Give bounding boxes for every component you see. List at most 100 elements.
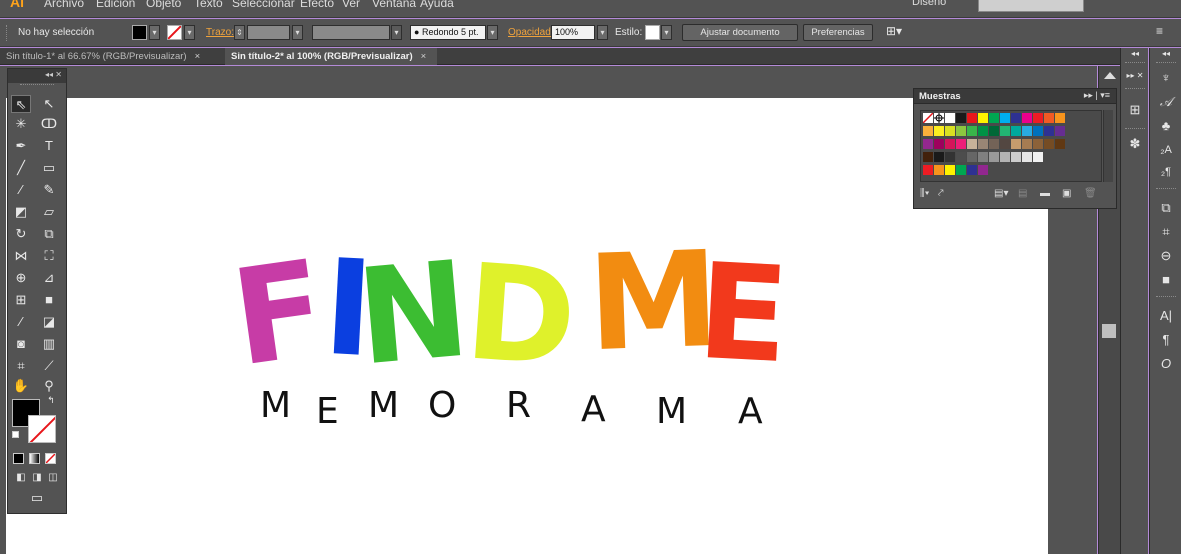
direct-selection-tool-icon[interactable]: ↖ [39, 95, 59, 113]
color-swatch[interactable] [978, 126, 988, 136]
menu-archivo[interactable]: Archivo [44, 0, 84, 10]
default-colors-icon[interactable] [12, 431, 19, 438]
graphic-styles-icon[interactable]: ₂A [1154, 140, 1178, 160]
mesh-tool-icon[interactable]: ⊞ [11, 291, 31, 309]
links-panel-icon[interactable]: ⊖ [1154, 246, 1178, 266]
color-swatch[interactable] [1022, 126, 1032, 136]
menu-ver[interactable]: Ver [342, 0, 360, 10]
gradient-tool-icon[interactable]: ■ [39, 291, 59, 309]
color-swatch[interactable] [989, 126, 999, 136]
color-swatch[interactable] [956, 165, 966, 175]
color-swatch[interactable] [978, 139, 988, 149]
color-swatch[interactable] [945, 126, 955, 136]
color-swatch[interactable] [989, 152, 999, 162]
arrange-documents-icon[interactable]: ⊞▾ [886, 24, 902, 38]
search-input[interactable] [978, 0, 1084, 12]
color-swatch[interactable] [1000, 139, 1010, 149]
stroke-weight-stepper[interactable]: ⇕ [234, 25, 245, 40]
column-graph-tool-icon[interactable]: ▥ [39, 335, 59, 353]
magic-wand-tool-icon[interactable]: ✳ [11, 115, 31, 133]
fill-dropdown-button[interactable]: ▾ [149, 25, 160, 40]
color-swatch[interactable] [1033, 139, 1043, 149]
stroke-weight-label[interactable]: Trazo: [206, 27, 234, 38]
color-swatch[interactable] [1011, 113, 1021, 123]
swatches-panel-icon[interactable]: ⊞ [1123, 100, 1147, 120]
color-swatch[interactable] [934, 165, 944, 175]
hand-tool-icon[interactable]: ✋ [11, 377, 31, 395]
none-mode-icon[interactable] [45, 453, 56, 464]
subtitle-letter[interactable]: E [316, 394, 339, 430]
color-swatch[interactable] [1033, 152, 1043, 162]
color-swatch[interactable] [1044, 113, 1054, 123]
color-swatch[interactable] [945, 139, 955, 149]
free-transform-tool-icon[interactable]: ⛶ [39, 247, 59, 265]
paragraph-styles-icon[interactable]: ₂¶ [1154, 162, 1178, 182]
color-swatch[interactable] [923, 126, 933, 136]
preferences-button[interactable]: Preferencias [803, 24, 873, 41]
color-swatch[interactable] [1033, 126, 1043, 136]
screen-mode-icon[interactable]: ▭ [27, 489, 47, 507]
color-swatch[interactable] [934, 126, 944, 136]
blob-brush-tool-icon[interactable]: ◩ [11, 203, 31, 221]
swap-colors-icon[interactable]: ↰ [44, 391, 58, 409]
swatch-libraries-icon[interactable]: ⫼▾ [920, 188, 929, 199]
color-swatch[interactable] [989, 113, 999, 123]
color-swatch[interactable] [1011, 152, 1021, 162]
color-swatch[interactable] [1055, 126, 1065, 136]
show-kinds-icon[interactable]: ▤▾ [994, 188, 1008, 199]
close-icon[interactable]: × [421, 51, 427, 62]
rectangle-tool-icon[interactable]: ▭ [39, 159, 59, 177]
color-swatch[interactable] [1011, 126, 1021, 136]
none-swatch[interactable] [922, 112, 934, 124]
color-swatch[interactable] [1000, 126, 1010, 136]
perspective-grid-tool-icon[interactable]: ⊿ [39, 269, 59, 287]
brush-definition-field[interactable]: ● Redondo 5 pt. [410, 25, 486, 40]
color-swatch[interactable] [956, 139, 966, 149]
expand-panels-icon[interactable]: ◂◂ [1123, 48, 1147, 60]
gradient-mode-icon[interactable] [29, 453, 40, 464]
stroke-weight-field[interactable] [247, 25, 290, 40]
registration-swatch[interactable] [934, 113, 944, 123]
transform-panel-icon[interactable]: ⌗ [1154, 222, 1178, 242]
color-swatch[interactable] [967, 126, 977, 136]
color-swatch[interactable] [945, 165, 955, 175]
color-swatch[interactable] [934, 152, 944, 162]
menu-texto[interactable]: Texto [194, 0, 223, 10]
artboard-tool-icon[interactable]: ⌗ [11, 357, 31, 375]
color-swatch[interactable] [967, 139, 977, 149]
profile-dropdown[interactable]: ▾ [391, 25, 402, 40]
color-swatch[interactable] [1022, 139, 1032, 149]
pen-tool-icon[interactable]: ✒ [11, 137, 31, 155]
scale-tool-icon[interactable]: ⧉ [39, 225, 59, 243]
graphic-style-swatch[interactable] [645, 25, 660, 40]
subtitle-letter[interactable]: R [506, 388, 531, 424]
panel-group-grip[interactable] [1125, 128, 1145, 131]
panel-menu-icon[interactable]: ≡ [1156, 24, 1163, 38]
color-swatch[interactable] [1011, 139, 1021, 149]
color-swatch[interactable] [956, 126, 966, 136]
new-swatch-icon[interactable]: ▣ [1062, 188, 1071, 199]
color-swatch[interactable] [923, 165, 933, 175]
toolbox-header[interactable]: ◂◂ ✕ [8, 69, 66, 83]
close-icon[interactable]: × [195, 51, 201, 62]
stroke-weight-dropdown[interactable]: ▾ [292, 25, 303, 40]
color-swatch[interactable] [1000, 152, 1010, 162]
variable-width-profile[interactable] [312, 25, 390, 40]
color-swatch[interactable] [923, 152, 933, 162]
panel-group-grip[interactable] [1156, 188, 1176, 191]
subtitle-letter[interactable]: M [260, 388, 291, 424]
color-mode-icon[interactable] [13, 453, 24, 464]
tab-document-2[interactable]: Sin título-2* al 100% (RGB/Previsualizar… [225, 48, 437, 65]
symbol-sprayer-tool-icon[interactable]: ◙ [11, 335, 31, 353]
panel-group-grip[interactable] [1156, 62, 1176, 65]
subtitle-letter[interactable]: M [368, 388, 399, 424]
color-swatch[interactable] [967, 165, 977, 175]
fit-document-button[interactable]: Ajustar documento [682, 24, 798, 41]
color-swatch[interactable] [923, 139, 933, 149]
title-letter-d[interactable]: D [461, 235, 581, 396]
scrollbar-thumb[interactable] [1102, 324, 1116, 338]
align-panel-icon[interactable]: ⧉ [1154, 198, 1178, 218]
color-swatch[interactable] [945, 113, 955, 123]
slice-tool-icon[interactable]: ⟋ [39, 357, 59, 375]
blend-tool-icon[interactable]: ◪ [39, 313, 59, 331]
